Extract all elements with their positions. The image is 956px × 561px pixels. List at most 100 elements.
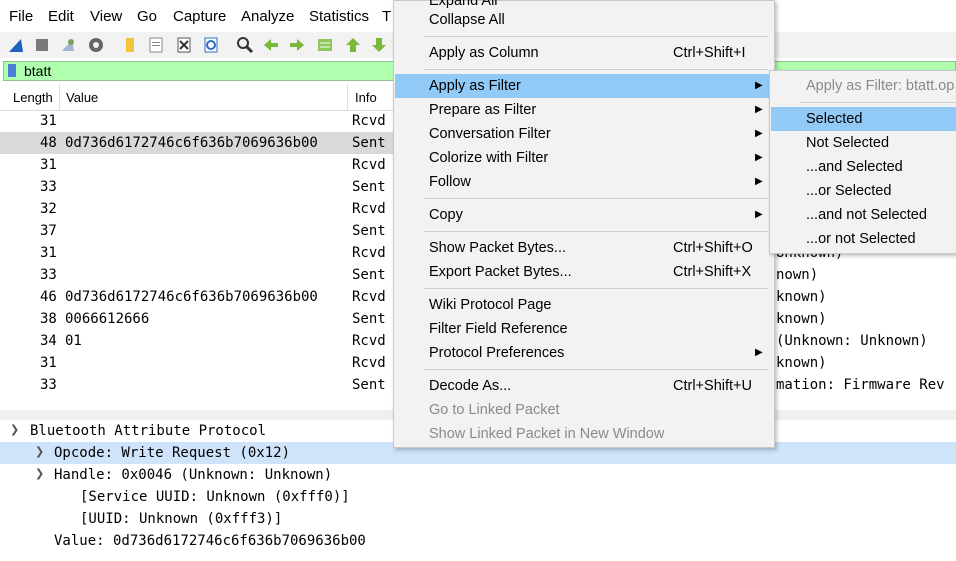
menu-item-label: Collapse All bbox=[429, 12, 505, 28]
packet-value: 0d736d6172746c6f636b7069636b00 bbox=[65, 289, 318, 305]
tree-item-label: Bluetooth Attribute Protocol bbox=[30, 423, 267, 439]
packet-info: Rcvd bbox=[352, 289, 386, 305]
menu-item-label: Apply as Filter bbox=[429, 78, 521, 94]
column-header-length[interactable]: Length bbox=[13, 90, 53, 105]
submenu-arrow-icon: ▶ bbox=[755, 152, 763, 163]
packet-length: 33 bbox=[40, 179, 57, 195]
menu-telephony[interactable]: T bbox=[382, 8, 391, 25]
menu-item-apply-as-column[interactable]: Apply as Column Ctrl+Shift+I bbox=[395, 41, 773, 65]
menu-edit[interactable]: Edit bbox=[48, 8, 74, 25]
packet-info: Sent bbox=[352, 135, 386, 151]
packet-info-tail: nown) bbox=[776, 267, 819, 283]
menu-analyze[interactable]: Analyze bbox=[241, 8, 294, 25]
open-file-icon[interactable] bbox=[120, 35, 140, 55]
first-packet-icon[interactable] bbox=[343, 35, 363, 55]
menu-item-label: Filter Field Reference bbox=[429, 321, 568, 337]
back-arrow-icon[interactable] bbox=[261, 35, 281, 55]
menu-item-label: Wiki Protocol Page bbox=[429, 297, 552, 313]
packet-info: Sent bbox=[352, 179, 386, 195]
packet-value: 0066612666 bbox=[65, 311, 150, 327]
save-file-icon[interactable] bbox=[146, 35, 166, 55]
menu-item-colorize-with-filter[interactable]: Colorize with Filter ▶ bbox=[395, 146, 773, 170]
packet-length: 37 bbox=[40, 223, 57, 239]
packet-info-tail: mation: Firmware Rev bbox=[776, 377, 945, 393]
menu-item-show-linked-packet[interactable]: Show Linked Packet in New Window bbox=[395, 422, 773, 446]
reload-icon[interactable] bbox=[201, 35, 221, 55]
menu-item-label: Follow bbox=[429, 174, 471, 190]
packet-info: Rcvd bbox=[352, 157, 386, 173]
menu-item-apply-as-filter[interactable]: Apply as Filter ▶ bbox=[395, 74, 773, 98]
menu-item-show-packet-bytes[interactable]: Show Packet Bytes... Ctrl+Shift+O bbox=[395, 236, 773, 260]
tree-item-uuid[interactable]: [UUID: Unknown (0xfff3)] bbox=[0, 508, 956, 530]
bookmark-icon[interactable] bbox=[8, 64, 16, 77]
tree-item-label: [UUID: Unknown (0xfff3)] bbox=[80, 511, 283, 527]
column-header-info[interactable]: Info bbox=[355, 90, 377, 105]
packet-value: 0d736d6172746c6f636b7069636b00 bbox=[65, 135, 318, 151]
menu-item-go-to-linked-packet[interactable]: Go to Linked Packet bbox=[395, 398, 773, 422]
chevron-down-icon[interactable]: ❯ bbox=[35, 467, 44, 480]
menu-item-filter-field-reference[interactable]: Filter Field Reference bbox=[395, 317, 773, 341]
shark-fin-icon[interactable] bbox=[6, 35, 26, 55]
menu-go[interactable]: Go bbox=[137, 8, 157, 25]
menu-item-protocol-preferences[interactable]: Protocol Preferences ▶ bbox=[395, 341, 773, 365]
tree-item-handle[interactable]: ❯ Handle: 0x0046 (Unknown: Unknown) bbox=[0, 464, 956, 486]
gear-icon[interactable] bbox=[86, 35, 106, 55]
menu-separator bbox=[424, 231, 768, 232]
submenu-item-and-not-selected[interactable]: ...and not Selected bbox=[771, 203, 956, 227]
menu-separator bbox=[424, 288, 768, 289]
submenu-item-selected[interactable]: Selected bbox=[771, 107, 956, 131]
menu-separator bbox=[424, 369, 768, 370]
packet-value: 01 bbox=[65, 333, 82, 349]
menu-view[interactable]: View bbox=[90, 8, 122, 25]
submenu-item-and-selected[interactable]: ...and Selected bbox=[771, 155, 956, 179]
chevron-right-icon[interactable]: ❯ bbox=[35, 445, 44, 458]
forward-arrow-icon[interactable] bbox=[287, 35, 307, 55]
packet-length: 31 bbox=[40, 245, 57, 261]
column-header-value[interactable]: Value bbox=[66, 90, 98, 105]
menu-item-label: Conversation Filter bbox=[429, 126, 551, 142]
column-divider[interactable] bbox=[59, 84, 60, 110]
packet-info: Rcvd bbox=[352, 201, 386, 217]
tree-item-label: Value: 0d736d6172746c6f636b7069636b00 bbox=[54, 533, 366, 549]
tree-item-value[interactable]: Value: 0d736d6172746c6f636b7069636b00 bbox=[0, 530, 956, 552]
goto-packet-icon[interactable] bbox=[315, 35, 335, 55]
menu-item-wiki-protocol-page[interactable]: Wiki Protocol Page bbox=[395, 293, 773, 317]
menu-capture[interactable]: Capture bbox=[173, 8, 226, 25]
menu-item-prepare-as-filter[interactable]: Prepare as Filter ▶ bbox=[395, 98, 773, 122]
packet-info: Sent bbox=[352, 223, 386, 239]
menu-item-collapse-all[interactable]: Collapse All bbox=[395, 8, 773, 32]
apply-as-filter-submenu: Apply as Filter: btatt.op Selected Not S… bbox=[769, 70, 956, 254]
restart-icon[interactable] bbox=[58, 35, 78, 55]
menu-item-label: ...and Selected bbox=[806, 159, 903, 175]
submenu-item-not-selected[interactable]: Not Selected bbox=[771, 131, 956, 155]
stop-icon[interactable] bbox=[32, 35, 52, 55]
packet-info: Sent bbox=[352, 267, 386, 283]
packet-length: 33 bbox=[40, 377, 57, 393]
menu-item-label: Apply as Column bbox=[429, 45, 539, 61]
menu-item-label: Decode As... bbox=[429, 378, 512, 394]
find-icon[interactable] bbox=[235, 35, 255, 55]
menu-item-copy[interactable]: Copy ▶ bbox=[395, 203, 773, 227]
menu-item-conversation-filter[interactable]: Conversation Filter ▶ bbox=[395, 122, 773, 146]
close-file-icon[interactable] bbox=[174, 35, 194, 55]
packet-info: Rcvd bbox=[352, 245, 386, 261]
column-divider[interactable] bbox=[347, 84, 348, 110]
menu-item-label: Colorize with Filter bbox=[429, 150, 549, 166]
menu-file[interactable]: File bbox=[9, 8, 33, 25]
tree-item-service-uuid[interactable]: [Service UUID: Unknown (0xfff0)] bbox=[0, 486, 956, 508]
packet-length: 31 bbox=[40, 157, 57, 173]
menu-item-export-packet-bytes[interactable]: Export Packet Bytes... Ctrl+Shift+X bbox=[395, 260, 773, 284]
last-packet-icon[interactable] bbox=[369, 35, 389, 55]
menu-statistics[interactable]: Statistics bbox=[309, 8, 369, 25]
menu-item-label: Show Packet Bytes... bbox=[429, 240, 567, 256]
chevron-down-icon[interactable]: ❯ bbox=[10, 423, 19, 436]
context-menu: Expand All Collapse All Apply as Column C… bbox=[393, 0, 775, 448]
menu-item-shortcut: Ctrl+Shift+X bbox=[673, 264, 752, 280]
submenu-item-or-not-selected[interactable]: ...or not Selected bbox=[771, 227, 956, 251]
submenu-item-or-selected[interactable]: ...or Selected bbox=[771, 179, 956, 203]
menu-item-follow[interactable]: Follow ▶ bbox=[395, 170, 773, 194]
menu-item-label: Selected bbox=[806, 111, 863, 127]
packet-length: 46 bbox=[40, 289, 57, 305]
packet-info-tail: (Unknown: Unknown) bbox=[776, 333, 928, 349]
menu-item-decode-as[interactable]: Decode As... Ctrl+Shift+U bbox=[395, 374, 773, 398]
